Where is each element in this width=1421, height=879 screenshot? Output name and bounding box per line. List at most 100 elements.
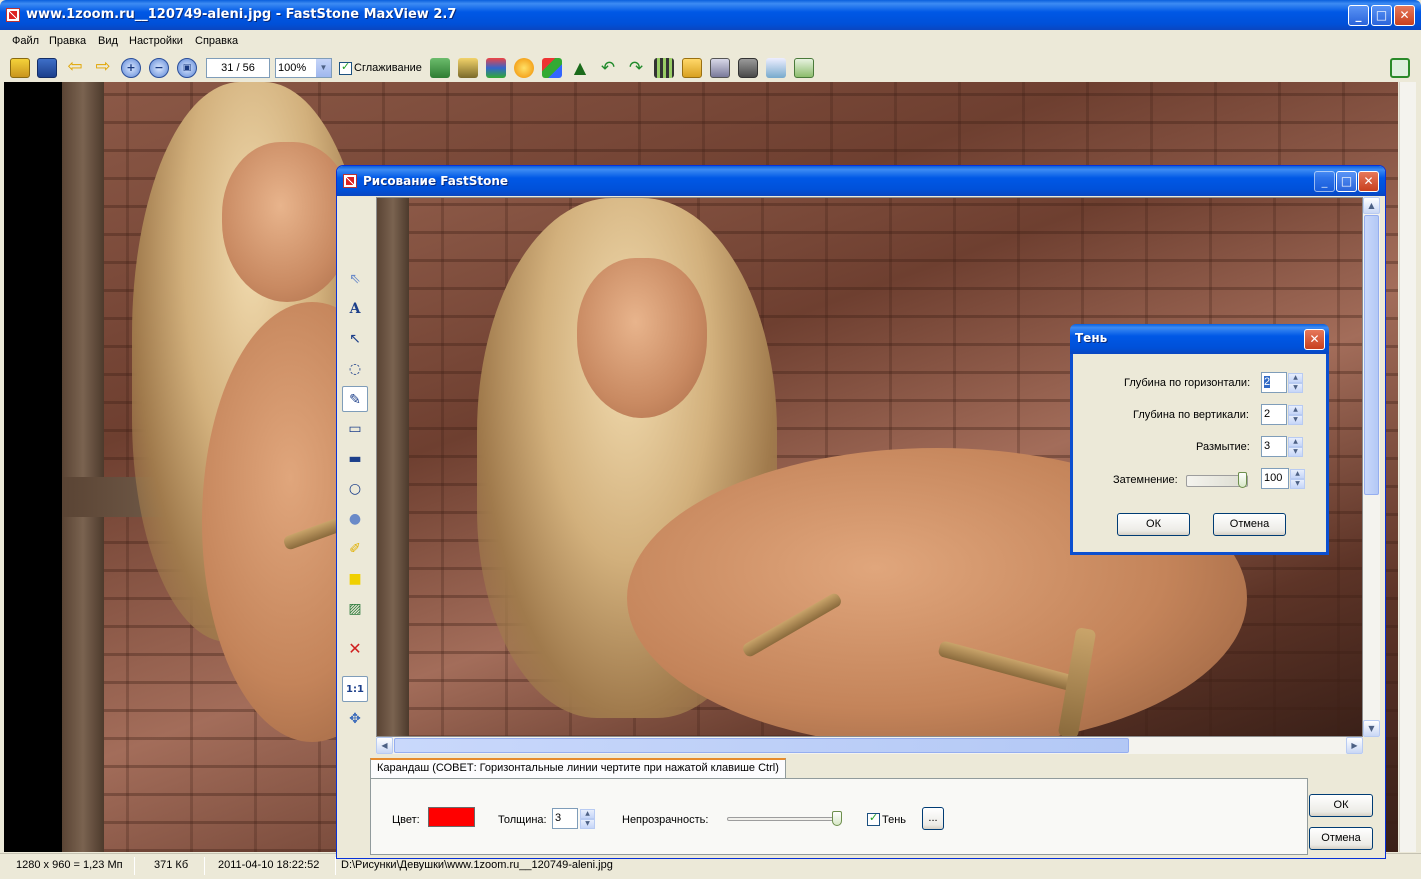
drawing-app-icon [343,174,357,188]
shadow-settings-button[interactable]: ... [922,807,944,830]
app-icon [6,8,20,22]
drawing-window-title: Рисование FastStone [363,174,509,188]
blur-spinner[interactable]: ▲ ▼ [1288,437,1303,457]
minimize-button[interactable]: _ [1348,5,1369,26]
horizontal-depth-spinner[interactable]: ▲ ▼ [1288,373,1303,393]
drawing-horizontal-scrollbar[interactable]: ◀ ▶ [376,737,1363,754]
chevron-down-icon[interactable]: ▼ [316,59,331,77]
vertical-depth-label: Глубина по вертикали: [1133,409,1249,421]
arrow-tool-icon[interactable]: ↖ [342,326,368,352]
drawing-title-bar[interactable]: Рисование FastStone _ □ ✕ [337,166,1385,196]
email-icon[interactable] [682,58,702,78]
thickness-field[interactable]: 3 [552,808,578,829]
tab-pencil[interactable]: Карандаш (СОВЕТ: Горизонтальные линии че… [370,758,786,778]
film-icon[interactable] [458,58,478,78]
blur-field[interactable]: 3 [1261,436,1287,457]
highlighter-tool-icon[interactable]: ✐ [342,536,368,562]
print-icon[interactable] [710,58,730,78]
menu-view[interactable]: Вид [98,35,118,47]
ellipse-tool-icon[interactable]: ○ [342,476,368,502]
drawing-close-button[interactable]: ✕ [1358,171,1379,192]
delete-tool-icon[interactable]: ✕ [342,636,368,662]
scanner-icon[interactable] [766,58,786,78]
main-vertical-scrollbar[interactable] [1399,82,1416,852]
filmstrip-icon[interactable] [654,58,674,78]
shadow-checkbox[interactable] [867,811,880,826]
smoothing-checkbox[interactable] [339,60,352,75]
rgb-icon[interactable] [486,58,506,78]
next-arrow-icon[interactable]: ⇨ [93,58,113,78]
vertical-scroll-thumb[interactable] [1364,215,1379,495]
drawing-minimize-button[interactable]: _ [1314,171,1335,192]
color-label: Цвет: [392,814,420,826]
slideshow-icon[interactable] [430,58,450,78]
menu-help[interactable]: Справка [195,35,238,47]
opacity-label: Непрозрачность: [622,814,709,826]
darkness-slider-thumb[interactable] [1238,472,1247,488]
menu-edit[interactable]: Правка [49,35,86,47]
color-swatch[interactable] [428,807,475,827]
save-icon[interactable] [37,58,57,78]
zoom-select-value: 100% [278,62,307,74]
opacity-slider-thumb[interactable] [832,811,842,826]
text-tool-icon[interactable]: A [342,296,368,322]
rotate-left-icon[interactable]: ↶ [598,58,618,78]
shadow-dialog-close-button[interactable]: ✕ [1304,329,1325,350]
colors-icon[interactable] [542,58,562,78]
main-title-bar[interactable]: www.1zoom.ru__120749-aleni.jpg - FastSto… [0,0,1421,30]
horizontal-scroll-thumb[interactable] [394,738,1129,753]
window-title: www.1zoom.ru__120749-aleni.jpg - FastSto… [26,7,457,22]
shadow-dialog: Тень ✕ Глубина по горизонтали: 2 ▲ ▼ Глуб… [1070,324,1329,555]
page-counter-field[interactable]: 31 / 56 [206,58,270,78]
image-tool-icon[interactable]: ▨ [342,596,368,622]
darkness-label: Затемнение: [1113,474,1178,486]
checklist-icon[interactable] [794,58,814,78]
drawing-maximize-button[interactable]: □ [1336,171,1357,192]
maximize-button[interactable]: □ [1371,5,1392,26]
pencil-tool-icon[interactable]: ✎ [342,386,368,412]
fit-tool-icon[interactable]: ✥ [342,706,368,732]
darkness-spinner[interactable]: ▲ ▼ [1290,469,1305,489]
zoom-out-icon[interactable]: − [149,58,169,78]
shadow-cancel-button[interactable]: Отмена [1213,513,1286,536]
drawing-vertical-scrollbar[interactable]: ▲ ▼ [1363,197,1380,737]
vertical-depth-spinner[interactable]: ▲ ▼ [1288,405,1303,425]
darkness-field[interactable]: 100 [1261,468,1289,489]
menu-settings[interactable]: Настройки [129,35,183,47]
drawing-ok-button[interactable]: ОК [1309,794,1373,817]
menu-file[interactable]: Файл [12,35,39,47]
previous-arrow-icon[interactable]: ⇦ [65,58,85,78]
camera-icon[interactable] [738,58,758,78]
lasso-tool-icon[interactable]: ◌ [342,356,368,382]
rotate-right-icon[interactable]: ↷ [626,58,646,78]
vertical-depth-field[interactable]: 2 [1261,404,1287,425]
sharpen-icon[interactable]: ▲ [570,58,590,78]
smoothing-label: Сглаживание [354,62,422,74]
shadow-label: Тень [882,814,907,826]
status-dimensions: 1280 x 960 = 1,23 Мп [16,859,123,871]
shadow-dialog-title-bar[interactable]: Тень ✕ [1070,324,1329,354]
horizontal-depth-label: Глубина по горизонтали: [1124,377,1251,389]
scroll-down-icon[interactable]: ▼ [1363,720,1380,737]
scroll-left-icon[interactable]: ◀ [376,737,393,754]
fullscreen-icon[interactable] [1390,58,1410,78]
select-tool-icon[interactable]: ⇖ [342,266,368,292]
filled-ellipse-tool-icon[interactable]: ● [342,506,368,532]
open-folder-icon[interactable] [10,58,30,78]
thickness-spinner[interactable]: ▲ ▼ [580,809,595,829]
brightness-icon[interactable] [514,58,534,78]
zoom-select[interactable]: 100% ▼ [275,58,332,78]
actual-size-tool-icon[interactable]: 1:1 [342,676,368,702]
scroll-up-icon[interactable]: ▲ [1363,197,1380,214]
marker-tool-icon[interactable]: ■ [342,566,368,592]
rectangle-tool-icon[interactable]: ▭ [342,416,368,442]
filled-rectangle-tool-icon[interactable]: ▬ [342,446,368,472]
scroll-right-icon[interactable]: ▶ [1346,737,1363,754]
actual-size-icon[interactable]: ▣ [177,58,197,78]
zoom-in-icon[interactable]: + [121,58,141,78]
drawing-cancel-button[interactable]: Отмена [1309,827,1373,850]
shadow-ok-button[interactable]: ОК [1117,513,1190,536]
horizontal-depth-field[interactable]: 2 [1261,372,1287,393]
close-button[interactable]: ✕ [1394,5,1415,26]
opacity-slider[interactable] [727,817,839,821]
